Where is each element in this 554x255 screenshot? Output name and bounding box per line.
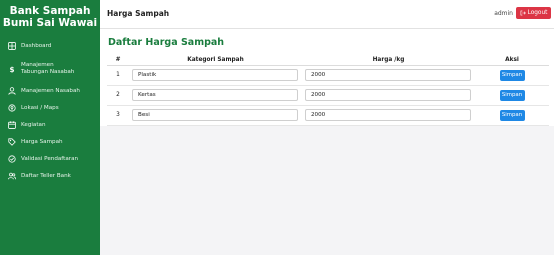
sidebar-item-label: Manajemen Tabungan Nasabah [21,62,75,75]
harga-cell [302,105,475,126]
sidebar-item-label: Lokasi / Maps [21,104,59,111]
table-row: 1 Simpan [107,65,549,86]
sidebar-item-label: Daftar Teller Bank [21,172,71,179]
price-card: Daftar Harga Sampah # Kategori Sampah Ha… [100,30,554,126]
kategori-input[interactable] [132,89,298,101]
table-header-row: # Kategori Sampah Harga /kg Aksi [107,55,549,66]
dollar-icon: $ [8,65,16,73]
brand-line-2: Bumi Sai Wawai [2,17,98,29]
aksi-cell: Simpan [475,105,549,126]
brand: Bank Sampah Bumi Sai Wawai [0,0,100,40]
card-title: Daftar Harga Sampah [108,37,225,48]
column-header-harga: Harga /kg [302,55,475,66]
dashboard-icon [8,42,16,50]
column-header-number: # [107,55,129,66]
harga-cell [302,65,475,86]
kategori-input[interactable] [132,109,298,121]
kategori-cell [129,85,302,106]
price-table: # Kategori Sampah Harga /kg Aksi 1 Simpa… [107,55,549,126]
sidebar-item-label: Kegiatan [21,121,46,128]
logout-button[interactable]: Logout [516,7,551,19]
harga-cell [302,85,475,106]
location-icon [8,104,16,112]
sidebar-item-kegiatan[interactable]: Kegiatan [0,119,100,131]
page-title: Harga Sampah [107,9,170,18]
sidebar-item-lokasi[interactable]: Lokasi / Maps [0,102,100,114]
kategori-cell [129,65,302,86]
table-row: 2 Simpan [107,85,549,106]
tags-icon [8,138,16,146]
users-icon [8,172,16,180]
main-content: Daftar Harga Sampah # Kategori Sampah Ha… [100,30,554,255]
sidebar-item-label: Harga Sampah [21,138,63,145]
simpan-button[interactable]: Simpan [499,109,525,121]
sidebar-item-label: Validasi Pendaftaran [21,155,79,162]
sidebar-item-manajemen-tabungan[interactable]: $ Manajemen Tabungan Nasabah [0,59,100,79]
sidebar-item-daftar-teller[interactable]: Daftar Teller Bank [0,170,100,182]
sidebar-item-harga-sampah[interactable]: Harga Sampah [0,136,100,148]
harga-input[interactable] [305,89,471,101]
check-circle-icon [8,155,16,163]
sidebar-item-validasi-pendaftaran[interactable]: Validasi Pendaftaran [0,153,100,165]
sidebar-item-dashboard[interactable]: Dashboard [0,40,100,52]
brand-line-1: Bank Sampah [9,5,91,17]
logout-icon [520,10,526,16]
sidebar-item-label: Manajemen Nasabah [21,87,80,94]
sidebar-item-label: Dashboard [21,42,52,49]
harga-input[interactable] [305,109,471,121]
kategori-input[interactable] [132,69,298,81]
topbar: Harga Sampah admin Logout [100,0,554,29]
table-row: 3 Simpan [107,105,549,126]
harga-input[interactable] [305,69,471,81]
sidebar: Bank Sampah Bumi Sai Wawai Dashboard $ M… [0,0,100,255]
aksi-cell: Simpan [475,65,549,86]
column-header-kategori: Kategori Sampah [129,55,302,66]
kategori-cell [129,105,302,126]
user-icon [8,87,16,95]
row-number: 3 [107,105,129,126]
column-header-aksi: Aksi [475,55,549,66]
calendar-icon [8,121,16,129]
admin-username: admin [494,10,513,17]
row-number: 2 [107,85,129,106]
simpan-button[interactable]: Simpan [499,89,525,101]
aksi-cell: Simpan [475,85,549,106]
simpan-button[interactable]: Simpan [499,69,525,81]
row-number: 1 [107,65,129,86]
sidebar-item-manajemen-nasabah[interactable]: Manajemen Nasabah [0,85,100,97]
svg-text:$: $ [9,65,14,73]
logout-label: Logout [527,10,548,16]
